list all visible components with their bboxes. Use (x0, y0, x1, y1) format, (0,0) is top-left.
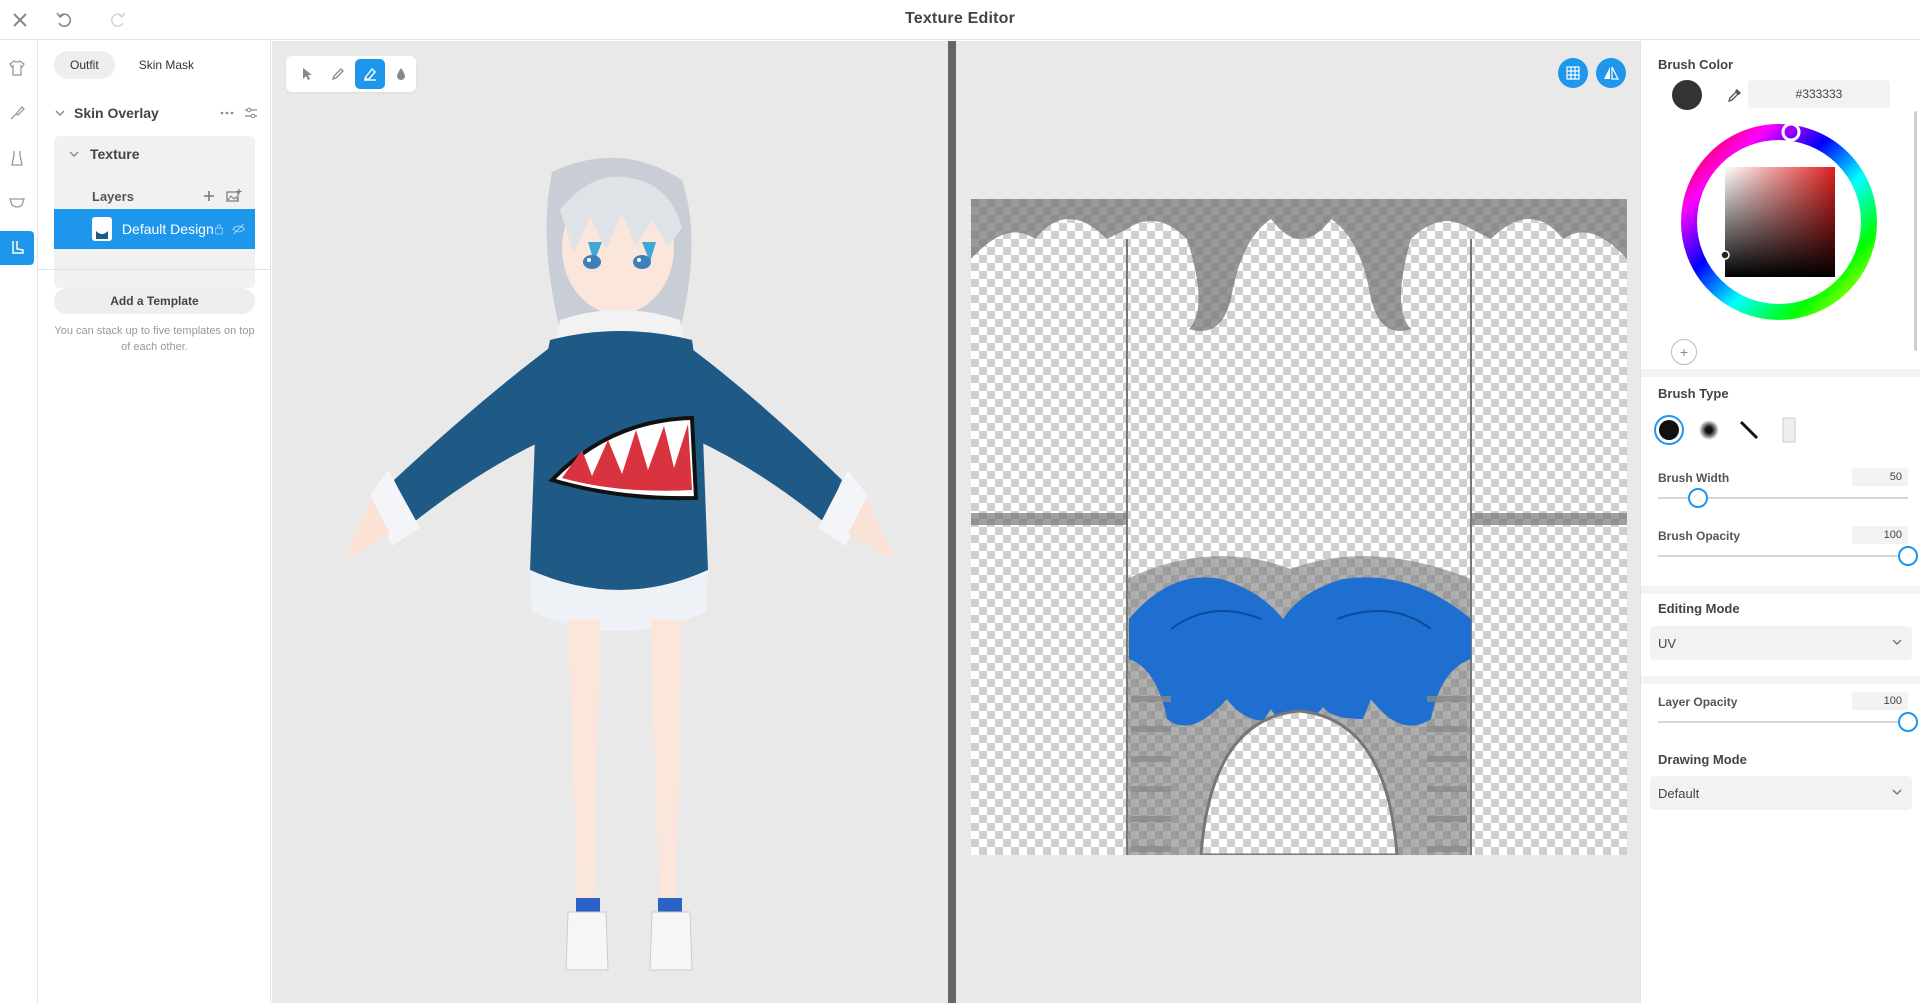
category-rail (0, 41, 38, 1003)
brush-width-slider[interactable]: Brush Width 50 (1658, 468, 1908, 508)
brush-opacity-slider[interactable]: Brush Opacity 100 (1658, 526, 1918, 566)
editing-mode-value: UV (1658, 635, 1677, 651)
layers-header: Layers (92, 186, 242, 206)
properties-panel: Brush Color #333333 + Brush Type Brush W… (1640, 41, 1920, 1003)
eraser-icon[interactable] (355, 59, 385, 89)
lock-icon[interactable] (214, 222, 224, 236)
brush-opacity-value[interactable]: 100 (1852, 526, 1908, 544)
brush-width-value[interactable]: 50 (1852, 468, 1908, 486)
drawing-mode-value: Default (1658, 785, 1700, 801)
tab-skin-mask[interactable]: Skin Mask (123, 51, 210, 79)
chevron-down-icon[interactable] (68, 148, 80, 160)
chevron-down-icon (1892, 639, 1902, 646)
slider-knob[interactable] (1898, 546, 1918, 566)
color-wheel[interactable] (1679, 122, 1879, 322)
scrollbar[interactable] (1914, 111, 1917, 351)
chevron-down-icon[interactable] (54, 107, 66, 119)
slider-knob[interactable] (1898, 712, 1918, 732)
layers-label: Layers (92, 188, 134, 204)
section-separator (1641, 586, 1920, 594)
window-title: Texture Editor (904, 10, 1016, 27)
template-hint: You can stack up to five templates on to… (54, 325, 255, 353)
panel-divider (38, 269, 270, 270)
chevron-down-icon (1892, 789, 1902, 796)
slider-track[interactable] (1658, 721, 1908, 723)
avatar-3d-preview[interactable] (330, 150, 910, 990)
mode-tabs: Outfit Skin Mask (54, 51, 210, 79)
visibility-off-icon[interactable] (231, 222, 245, 236)
dress-icon[interactable] (0, 141, 34, 175)
hex-color-input[interactable]: #333333 (1748, 80, 1890, 108)
drawing-toolbar (286, 56, 416, 92)
brush-type-options (1654, 415, 1804, 445)
hard-brush-icon[interactable] (1654, 415, 1684, 445)
grid-toggle-icon[interactable] (1558, 58, 1588, 88)
slider-knob[interactable] (1688, 488, 1708, 508)
skin-overlay-group[interactable]: Skin Overlay (54, 101, 259, 125)
brush-color-swatch[interactable] (1672, 80, 1702, 110)
uv-texture-canvas[interactable] (971, 199, 1627, 855)
section-separator (1641, 676, 1920, 684)
add-layer-icon[interactable] (202, 189, 216, 203)
brush-type-title: Brush Type (1658, 386, 1729, 401)
group-label: Skin Overlay (74, 105, 159, 121)
add-swatch-button[interactable]: + (1671, 339, 1697, 365)
texture-header[interactable]: Texture (68, 146, 140, 162)
layer-name: Default Design (121, 221, 214, 237)
eyedropper-icon[interactable] (1723, 83, 1747, 107)
view-splitter[interactable] (948, 41, 956, 1003)
select-arrow-icon[interactable] (292, 59, 322, 89)
line-brush-icon[interactable] (1734, 415, 1764, 445)
soft-brush-icon[interactable] (1694, 415, 1724, 445)
layer-opacity-slider[interactable]: Layer Opacity 100 (1658, 692, 1918, 732)
top-bar: Texture Editor (0, 0, 1920, 40)
brush-icon[interactable] (0, 96, 34, 130)
add-template-button[interactable]: Add a Template (54, 288, 255, 314)
accessory-icon[interactable] (0, 186, 34, 220)
section-separator (1641, 369, 1920, 377)
editing-mode-title: Editing Mode (1658, 601, 1740, 616)
layer-default-design[interactable]: Default Design (54, 209, 255, 249)
mirror-toggle-icon[interactable] (1596, 58, 1626, 88)
settings-sliders-icon[interactable] (243, 105, 259, 121)
layer-opacity-value[interactable]: 100 (1852, 692, 1908, 710)
tab-outfit[interactable]: Outfit (54, 51, 115, 79)
more-icon[interactable] (219, 105, 235, 121)
outfit-shirt-icon[interactable] (0, 51, 34, 85)
layers-panel: Outfit Skin Mask Skin Overlay Texture La… (38, 41, 271, 1003)
brush-color-title: Brush Color (1658, 57, 1734, 72)
texture-boot-icon[interactable] (0, 231, 34, 265)
texture-label: Texture (90, 146, 140, 162)
pattern-brush-icon[interactable] (1774, 415, 1804, 445)
layer-thumbnail (92, 217, 112, 241)
fill-drop-icon[interactable] (387, 59, 417, 89)
pen-icon[interactable] (324, 59, 354, 89)
drawing-mode-select[interactable]: Default (1650, 776, 1912, 810)
editing-mode-select[interactable]: UV (1650, 626, 1912, 660)
drawing-mode-title: Drawing Mode (1658, 752, 1747, 767)
add-image-icon[interactable] (226, 189, 242, 203)
slider-track[interactable] (1658, 555, 1908, 557)
